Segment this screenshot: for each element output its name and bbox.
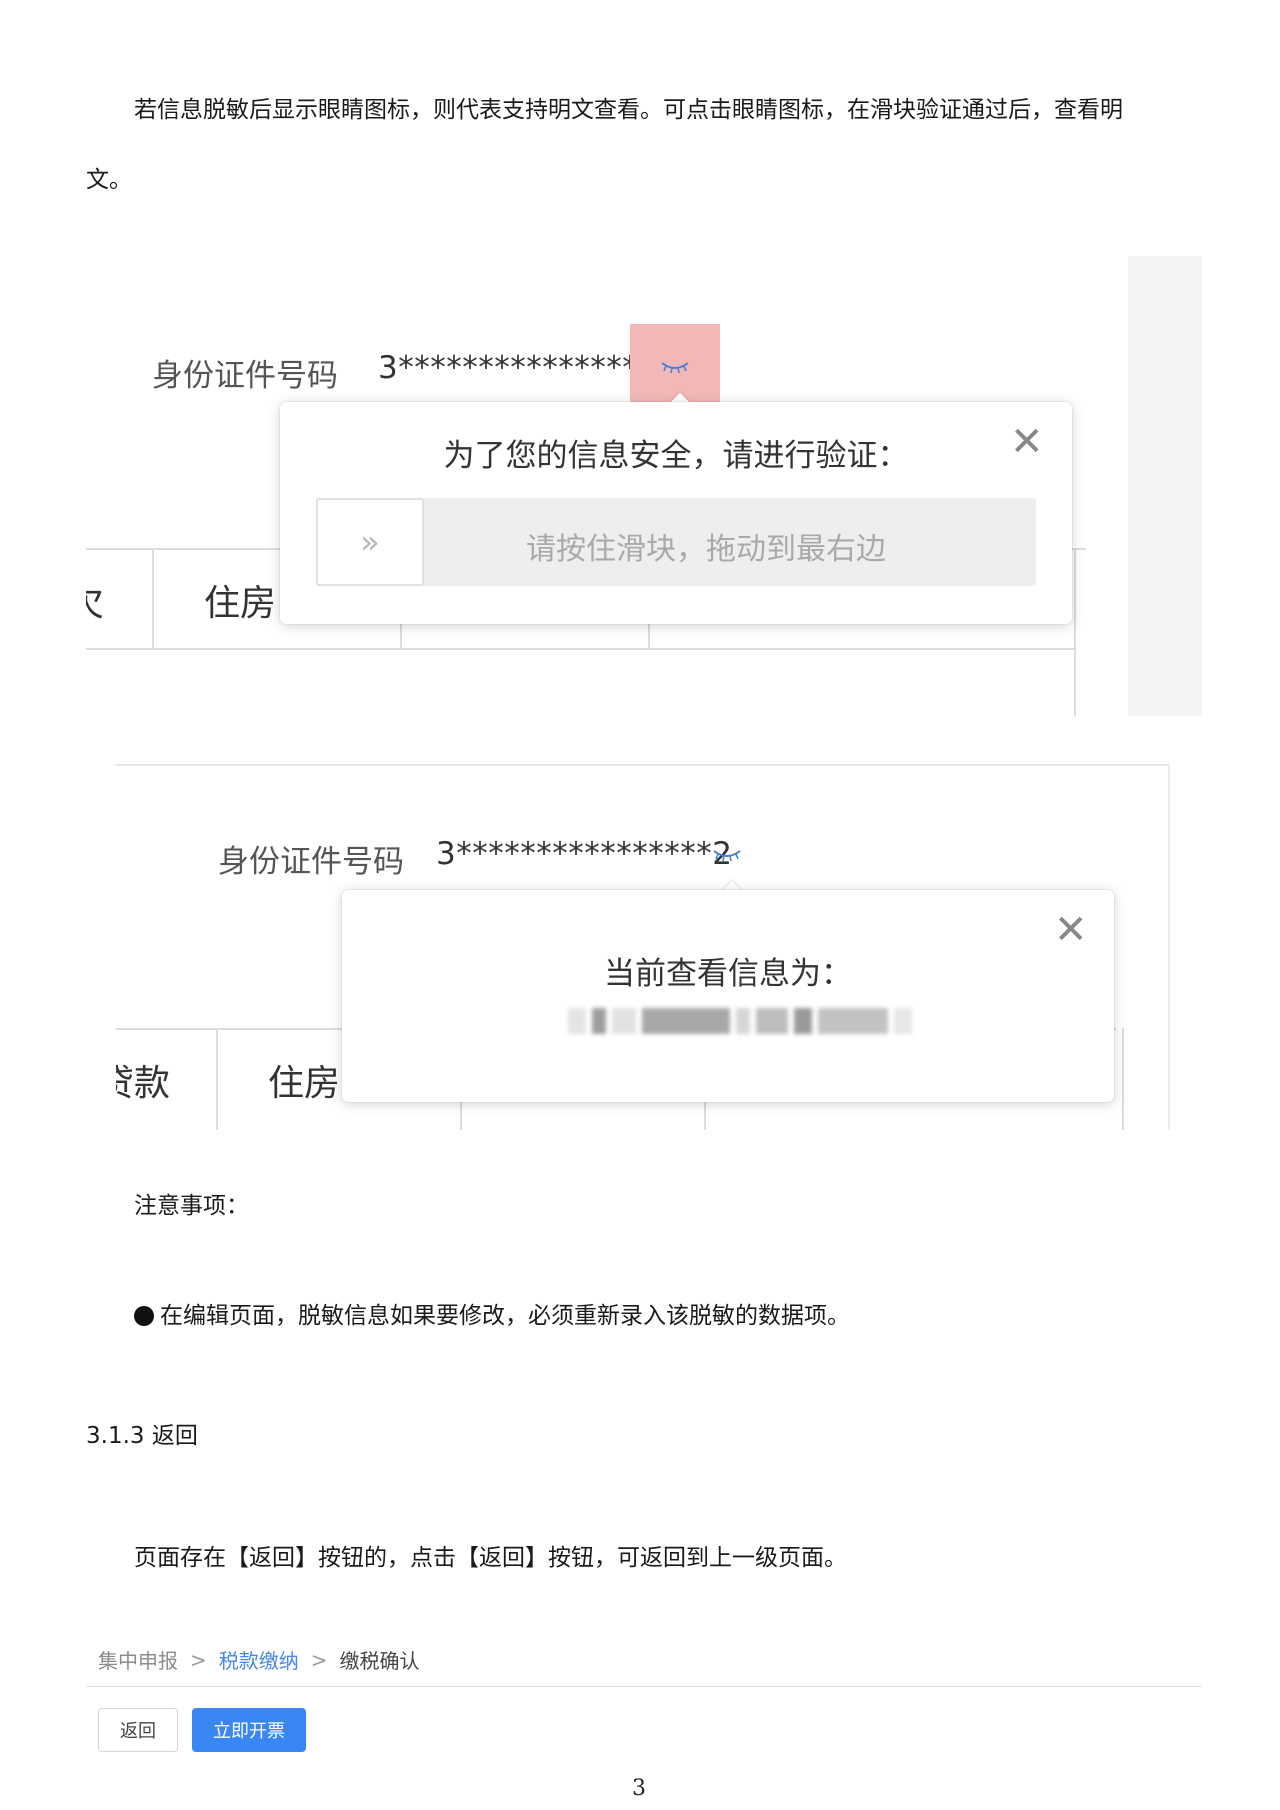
screenshot-revealed-info: 身份证件号码 3****************2 贷款 住房 当前查看信息为：…: [116, 764, 1170, 1130]
id-number-label: 身份证件号码: [218, 844, 404, 880]
id-number-masked-value: 3****************2: [436, 836, 733, 872]
breadcrumb-item-home[interactable]: 集中申报: [98, 1645, 178, 1674]
table-cell: 欠: [86, 583, 105, 624]
breadcrumb-item-current: 缴税确认: [339, 1649, 420, 1673]
table-divider: [152, 548, 154, 650]
notes-bullet-text: 在编辑页面，脱敏信息如果要修改，必须重新录入该脱敏的数据项。: [160, 1303, 850, 1329]
scrollbar-area: [1128, 256, 1202, 716]
eye-closed-icon[interactable]: [660, 358, 690, 378]
breadcrumb-separator-icon: >: [310, 1647, 328, 1672]
notes-heading: 注意事项：: [134, 1193, 249, 1219]
double-chevron-right-icon: »: [360, 523, 380, 561]
frame-border: [1168, 764, 1170, 1130]
intro-line-2: 文。: [86, 167, 132, 193]
table-cell: 住房: [268, 1063, 341, 1104]
revealed-id-value-blurred: [568, 1008, 912, 1034]
eye-closed-icon[interactable]: [712, 846, 742, 866]
frame-border: [116, 764, 1170, 766]
breadcrumb-divider: [86, 1686, 1202, 1687]
issue-invoice-button[interactable]: 立即开票: [192, 1708, 306, 1752]
close-icon[interactable]: ✕: [1010, 422, 1044, 462]
slider-hint: 请按住滑块，拖动到最右边: [526, 532, 886, 567]
slider-handle[interactable]: »: [316, 498, 424, 586]
screenshot-slider-verification: 身份证件号码 3****************2 欠 住房 为了您的信息安全，…: [86, 256, 1202, 716]
notes-bullet-item: 在编辑页面，脱敏信息如果要修改，必须重新录入该脱敏的数据项。: [134, 1300, 850, 1332]
revealed-info-popup: 当前查看信息为： ✕: [342, 890, 1114, 1102]
slider-track[interactable]: 请按住滑块，拖动到最右边: [316, 498, 1036, 586]
section-title: 3.1.3 返回: [86, 1423, 198, 1449]
table-cell: 住房: [204, 583, 277, 624]
breadcrumb: 集中申报 > 税款缴纳 > 缴税确认: [98, 1645, 420, 1674]
eye-closed-icon-svg: [713, 850, 741, 862]
breadcrumb-separator-icon: >: [190, 1647, 207, 1672]
table-cell: 贷款: [116, 1063, 171, 1104]
eye-closed-icon-svg: [661, 362, 689, 374]
table-divider: [1074, 548, 1076, 716]
back-button[interactable]: 返回: [98, 1708, 178, 1752]
intro-line-1: 若信息脱敏后显示眼睛图标，则代表支持明文查看。可点击眼睛图标，在滑块验证通过后，…: [134, 97, 1123, 123]
popup-title: 为了您的信息安全，请进行验证：: [443, 438, 909, 474]
close-icon[interactable]: ✕: [1054, 910, 1088, 950]
table-divider: [216, 1028, 218, 1130]
bullet-icon: [134, 1306, 154, 1326]
breadcrumb-item-tax-payment[interactable]: 税款缴纳: [219, 1645, 299, 1674]
popup-title: 当前查看信息为：: [604, 956, 852, 992]
id-number-label: 身份证件号码: [152, 358, 338, 394]
table-divider: [1122, 1028, 1124, 1130]
verification-popup: 为了您的信息安全，请进行验证： ✕ 请按住滑块，拖动到最右边 »: [280, 402, 1072, 624]
section-text: 页面存在【返回】按钮的，点击【返回】按钮，可返回到上一级页面。: [134, 1545, 847, 1571]
table-border-bottom: [86, 648, 1076, 650]
page-number: 3: [632, 1776, 646, 1801]
